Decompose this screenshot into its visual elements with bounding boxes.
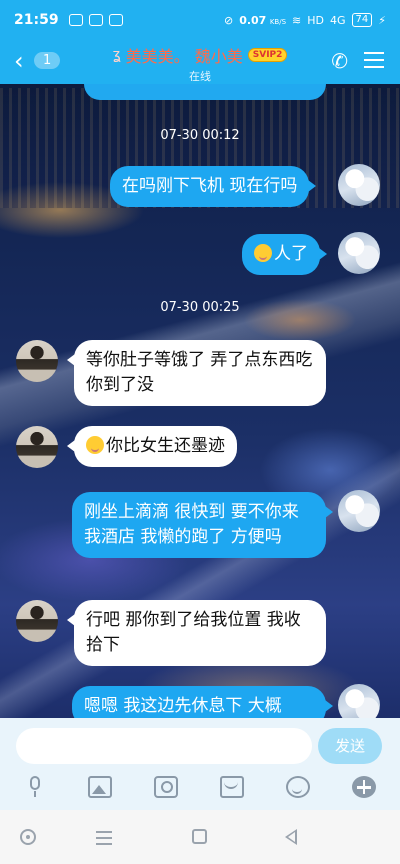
recents-nav-icon[interactable] (96, 827, 116, 847)
hd-label: HD (307, 13, 324, 27)
message-timestamp: 07-30 00:25 (160, 300, 240, 315)
outgoing-message[interactable]: 刚坐上滴滴 很快到 要不你来我酒店 我懒的跑了 方便吗 (72, 492, 333, 558)
system-navigation-bar (0, 810, 400, 864)
image-icon[interactable] (88, 776, 112, 798)
incoming-message[interactable]: 等你肚子等饿了 弄了点东西吃 你到了没 (67, 340, 326, 406)
emoji-icon[interactable] (286, 776, 310, 798)
phone-icon[interactable]: ✆ (331, 49, 348, 73)
charging-icon: ⚡ (378, 13, 386, 27)
outgoing-message[interactable]: 嗯嗯 我这边先休息下 大概 (72, 686, 333, 718)
wifi-icon: ≋ (292, 13, 302, 27)
red-packet-icon[interactable] (220, 776, 244, 798)
contact-avatar[interactable] (16, 426, 58, 468)
status-bar: 21:59 ⊘ 0.07 KB/S ≋ HD 4G 74 ⚡ (0, 0, 400, 40)
incoming-message[interactable]: 行吧 那你到了给我位置 我收拾下 (67, 600, 326, 666)
message-notification-icon (68, 14, 83, 26)
outgoing-message[interactable]: 人了 (242, 234, 327, 275)
plus-icon[interactable] (352, 776, 376, 798)
my-avatar[interactable] (338, 490, 380, 532)
message-input[interactable] (16, 728, 312, 764)
contact-avatar[interactable] (16, 340, 58, 382)
wechat-notification-icon (108, 14, 123, 26)
battery-icon: 74 (351, 13, 373, 27)
incoming-message[interactable]: 你比女生还墨迹 (67, 426, 237, 467)
signal-icon: 4G (330, 13, 346, 27)
back-nav-icon[interactable] (285, 829, 297, 845)
input-panel: 发送 (0, 718, 400, 810)
net-speed: 0.07 KB/S (239, 13, 287, 27)
previous-message-bubble[interactable] (84, 84, 326, 100)
svip-badge: SVIP2 (247, 48, 288, 62)
status-notification-icons (68, 14, 123, 26)
status-right-icons: ⊘ 0.07 KB/S ≋ HD 4G 74 ⚡ (224, 13, 386, 27)
face-emoji-icon (254, 244, 272, 262)
home-nav-icon[interactable] (192, 829, 207, 844)
message-list[interactable]: 07-30 00:12 在吗刚下飞机 现在行吗 人了 07-30 00:25 等… (0, 84, 400, 718)
chat-header: ‹ 1 ʓ 美美美。 魏小美 SVIP2 在线 ✆ (0, 40, 400, 84)
my-avatar[interactable] (338, 164, 380, 206)
my-avatar[interactable] (338, 684, 380, 718)
message-timestamp: 07-30 00:12 (160, 128, 240, 143)
contact-avatar[interactable] (16, 600, 58, 642)
assistant-nav-icon[interactable] (20, 829, 36, 845)
mute-icon: ⊘ (223, 13, 234, 27)
face-emoji-icon (86, 436, 104, 454)
my-avatar[interactable] (338, 232, 380, 274)
contact-name: 美美美。 魏小美 (125, 47, 243, 66)
app-notification-icon (88, 14, 103, 26)
menu-icon[interactable] (364, 52, 384, 68)
outgoing-message[interactable]: 在吗刚下飞机 现在行吗 (110, 166, 317, 207)
camera-icon[interactable] (154, 776, 178, 798)
status-time: 21:59 (14, 12, 59, 28)
hearing-icon: ʓ (112, 47, 121, 63)
mic-icon[interactable] (23, 776, 47, 798)
send-button[interactable]: 发送 (318, 728, 382, 764)
